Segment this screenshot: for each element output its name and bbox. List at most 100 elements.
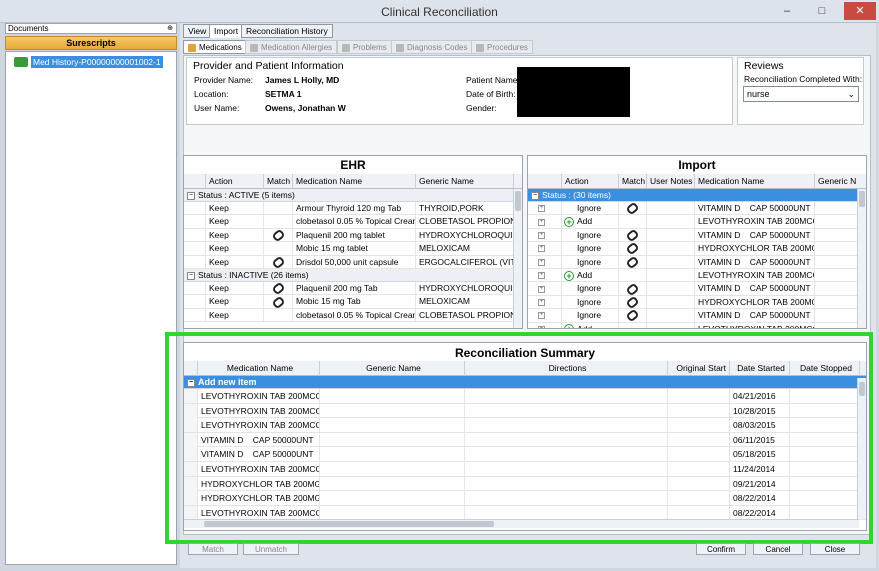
action-cell[interactable]: Keep [206, 202, 264, 215]
action-cell[interactable]: Keep [206, 295, 264, 309]
table-row[interactable]: + Ignore VITAMIN D CAP 50000UNT [528, 228, 866, 243]
expand-icon[interactable]: + [538, 232, 545, 240]
expand-icon[interactable]: + [538, 218, 545, 226]
action-cell[interactable]: Keep [206, 281, 264, 295]
expand-icon[interactable]: + [538, 298, 545, 306]
match-cell[interactable] [619, 242, 647, 256]
match-cell[interactable] [264, 308, 293, 322]
table-row[interactable]: Keep clobetasol 0.05 % Topical Cream CLOBE… [184, 215, 522, 229]
expand-icon[interactable]: + [538, 285, 545, 293]
action-cell[interactable]: Ignore [562, 242, 619, 256]
action-cell[interactable]: Keep [206, 255, 264, 269]
collapse-icon[interactable]: − [187, 271, 195, 280]
action-cell[interactable]: Ignore [562, 202, 619, 215]
close-window-button[interactable]: ✕ [844, 2, 876, 20]
match-cell[interactable] [619, 202, 647, 215]
expand-icon[interactable]: + [538, 272, 545, 280]
table-row[interactable]: Keep Mobic 15 mg tablet MELOXICAM [184, 242, 522, 256]
match-button[interactable]: Match [188, 543, 238, 555]
subtab-medications[interactable]: Medications [183, 40, 247, 54]
confirm-button[interactable]: Confirm [696, 543, 746, 555]
ehr-group-inactive[interactable]: − Status : INACTIVE (26 items) [184, 268, 522, 282]
table-row[interactable]: Keep Mobic 15 mg Tab MELOXICAM [184, 295, 522, 309]
action-cell[interactable]: Keep [206, 242, 264, 256]
match-cell[interactable] [264, 295, 293, 309]
action-cell[interactable]: Ignore [562, 309, 619, 323]
user-notes-cell[interactable] [647, 295, 695, 309]
pin-icon[interactable]: ⊕ [167, 24, 173, 33]
import-header-generic[interactable]: Generic N [815, 174, 866, 189]
action-cell[interactable]: +Add [562, 322, 619, 328]
table-row[interactable]: Keep clobetasol 0.05 % Topical Cream CLOBE… [184, 308, 522, 323]
ehr-header-medication[interactable]: Medication Name [293, 174, 416, 189]
action-cell[interactable]: Ignore [562, 282, 619, 296]
user-notes-cell[interactable] [647, 322, 695, 328]
maximize-button[interactable]: □ [806, 2, 838, 20]
unmatch-button[interactable]: Unmatch [243, 543, 299, 555]
collapse-icon[interactable]: − [531, 191, 539, 200]
import-group-status[interactable]: − Status : (30 items) [528, 189, 866, 202]
row-expander[interactable]: + [528, 268, 562, 282]
user-notes-cell[interactable] [647, 309, 695, 323]
cancel-button[interactable]: Cancel [753, 543, 803, 555]
ehr-header-action[interactable]: Action [206, 174, 264, 189]
user-notes-cell[interactable] [647, 215, 695, 229]
subtab-medication-allergies[interactable]: Medication Allergies [245, 40, 338, 54]
ehr-header-generic[interactable]: Generic Name [416, 174, 514, 189]
table-row[interactable]: + Ignore VITAMIN D CAP 50000UNT [528, 255, 866, 269]
table-row[interactable]: + Ignore HYDROXYCHLOR TAB 200MG [528, 242, 866, 256]
action-cell[interactable]: Ignore [562, 228, 619, 242]
match-cell[interactable] [619, 309, 647, 323]
import-header-action[interactable]: Action [562, 174, 619, 189]
user-notes-cell[interactable] [647, 282, 695, 296]
expand-icon[interactable]: + [538, 325, 545, 328]
match-cell[interactable] [619, 322, 647, 328]
row-expander[interactable]: + [528, 202, 562, 215]
row-expander[interactable]: + [528, 322, 562, 328]
row-expander[interactable]: + [528, 295, 562, 309]
user-notes-cell[interactable] [647, 255, 695, 269]
row-expander[interactable]: + [528, 309, 562, 323]
action-cell[interactable]: Keep [206, 308, 264, 322]
table-row[interactable]: + Ignore VITAMIN D CAP 50000UNT [528, 282, 866, 296]
tab-reconciliation-history[interactable]: Reconciliation History [241, 24, 333, 38]
row-expander[interactable]: + [528, 228, 562, 242]
surescripts-group[interactable]: Surescripts [5, 36, 177, 50]
table-row[interactable]: Keep Plaquenil 200 mg Tab HYDROXYCHLOROQUI… [184, 281, 522, 296]
row-expander[interactable]: + [528, 242, 562, 256]
match-cell[interactable] [619, 255, 647, 269]
user-notes-cell[interactable] [647, 242, 695, 256]
user-notes-cell[interactable] [647, 202, 695, 215]
expand-icon[interactable]: + [538, 258, 545, 266]
subtab-procedures[interactable]: Procedures [471, 40, 533, 54]
action-cell[interactable]: +Add [562, 268, 619, 282]
match-cell[interactable] [619, 268, 647, 282]
close-button[interactable]: Close [810, 543, 860, 555]
expand-icon[interactable]: + [538, 245, 545, 253]
subtab-diagnosis-codes[interactable]: Diagnosis Codes [391, 40, 473, 54]
subtab-problems[interactable]: Problems [337, 40, 392, 54]
action-cell[interactable]: Ignore [562, 295, 619, 309]
table-row[interactable]: ++AddLEVOTHYROXIN TAB 200MCG [528, 268, 866, 283]
row-expander[interactable]: + [528, 215, 562, 229]
reconciliation-completed-select[interactable]: nurse ⌄ [743, 86, 859, 102]
table-row[interactable]: ++AddLEVOTHYROXIN TAB 200MCG [528, 322, 866, 328]
expand-icon[interactable]: + [538, 205, 545, 213]
action-cell[interactable]: Keep [206, 215, 264, 229]
tab-import[interactable]: Import [209, 24, 244, 38]
import-header-match[interactable]: Match [619, 174, 647, 189]
tree-item-med-history[interactable]: Med History-P00000000001002-1 [14, 56, 163, 69]
collapse-icon[interactable]: − [187, 191, 195, 200]
match-cell[interactable] [264, 242, 293, 256]
ehr-group-active[interactable]: − Status : ACTIVE (5 items) [184, 189, 522, 202]
import-scrollbar[interactable] [857, 189, 866, 328]
match-cell[interactable] [619, 295, 647, 309]
import-header-user-notes[interactable]: User Notes [647, 174, 695, 189]
table-row[interactable]: + Ignore HYDROXYCHLOR TAB 200MG [528, 295, 866, 310]
row-expander[interactable]: + [528, 282, 562, 296]
match-cell[interactable] [264, 255, 293, 269]
scroll-thumb[interactable] [515, 191, 521, 211]
ehr-header-match[interactable]: Match [264, 174, 293, 189]
scroll-thumb[interactable] [859, 191, 865, 207]
ehr-scrollbar[interactable] [513, 189, 522, 328]
